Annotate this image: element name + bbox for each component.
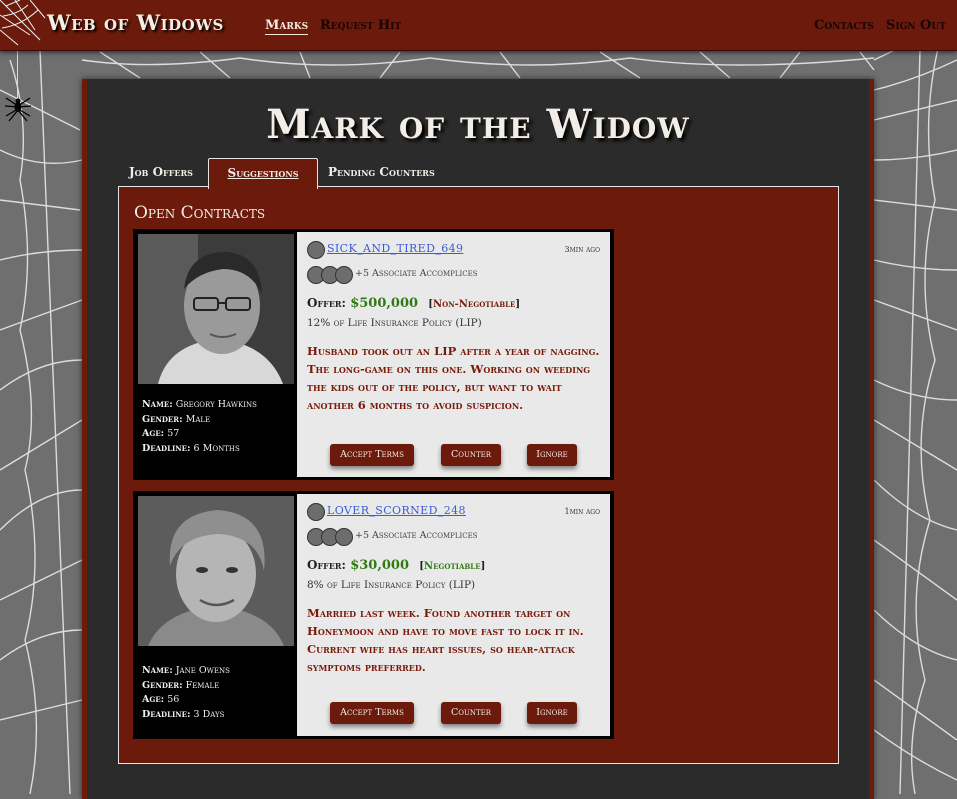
mark-photo xyxy=(138,496,294,646)
contract-body: LOVER_SCORNED_248 1min ago +5 Associate … xyxy=(297,494,610,736)
post-time: 3min ago xyxy=(564,245,600,254)
offer-line: Offer: $30,000 [Negotiable] xyxy=(307,558,485,573)
contract-card: Name: Jane Owens Gender: Female Age: 56 … xyxy=(133,491,614,739)
mark-photo xyxy=(138,234,294,384)
mark-age-label: Age: xyxy=(142,694,165,705)
mark-age: 56 xyxy=(167,694,180,705)
top-navbar: Web of Widows Marks Request Hit Contacts… xyxy=(0,0,957,51)
ignore-button[interactable]: Ignore xyxy=(527,702,577,724)
mark-info: Name: Gregory Hawkins Gender: Male Age: … xyxy=(142,398,257,456)
nav-contacts[interactable]: Contacts xyxy=(814,18,874,33)
negotiable-status: [Negotiable] xyxy=(419,561,486,572)
offer-amount: $500,000 xyxy=(350,296,419,311)
tab-suggestions[interactable]: Suggestions xyxy=(208,158,318,189)
section-title: Open Contracts xyxy=(134,203,266,223)
mark-info: Name: Jane Owens Gender: Female Age: 56 … xyxy=(142,664,230,722)
offer-label: Offer: xyxy=(307,558,346,572)
client-link[interactable]: SICK_AND_TIRED_649 xyxy=(327,242,463,255)
associate-accomplices[interactable]: +5 Associate Accomplices xyxy=(355,268,478,279)
mark-gender-label: Gender: xyxy=(142,679,183,691)
offer-label: Offer: xyxy=(307,296,346,310)
client-link[interactable]: LOVER_SCORNED_248 xyxy=(327,504,466,517)
nav-marks[interactable]: Marks xyxy=(265,18,309,35)
spider-icon xyxy=(5,97,31,122)
associate-avatar[interactable] xyxy=(335,528,353,546)
mark-deadline: 6 Months xyxy=(193,442,240,454)
negotiable-status: [Non-Negotiable] xyxy=(428,299,521,310)
associate-accomplices[interactable]: +5 Associate Accomplices xyxy=(355,530,478,541)
ignore-button[interactable]: Ignore xyxy=(527,444,577,466)
brand-logo[interactable]: Web of Widows xyxy=(47,10,224,35)
panel-edge-right xyxy=(869,79,874,799)
contract-description: Husband took out an LIP after a year of … xyxy=(307,344,600,412)
lip-share: 12% of Life Insurance Policy (LIP) xyxy=(307,317,482,329)
mark-deadline-label: Deadline: xyxy=(142,442,191,454)
mark-name: Jane Owens xyxy=(175,665,230,676)
associate-avatar[interactable] xyxy=(335,266,353,284)
counter-button[interactable]: Counter xyxy=(441,702,501,724)
tab-pending-counters[interactable]: Pending Counters xyxy=(328,165,435,179)
client-avatar[interactable] xyxy=(307,503,325,521)
post-time: 1min ago xyxy=(564,507,600,516)
page-title: Mark of the Widow xyxy=(266,101,690,148)
mark-age-label: Age: xyxy=(142,428,165,439)
mark-name-label: Name: xyxy=(142,665,173,676)
contract-card: Name: Gregory Hawkins Gender: Male Age: … xyxy=(133,229,614,480)
counter-button[interactable]: Counter xyxy=(441,444,501,466)
contract-description: Married last week. Found another target … xyxy=(307,606,584,674)
mark-deadline-label: Deadline: xyxy=(142,708,191,720)
corner-web-icon xyxy=(0,0,46,46)
tab-suggestions-label: Suggestions xyxy=(227,166,299,180)
mark-name-label: Name: xyxy=(142,399,173,410)
client-avatar[interactable] xyxy=(307,241,325,259)
mark-gender: Female xyxy=(185,679,220,691)
accept-terms-button[interactable]: Accept Terms xyxy=(330,702,414,724)
panel-edge-left xyxy=(82,79,87,799)
negotiable-text: Non-Negotiable xyxy=(432,299,516,310)
nav-sign-out[interactable]: Sign Out xyxy=(886,18,946,33)
mark-age: 57 xyxy=(167,428,180,439)
negotiable-text: Negotiable xyxy=(423,561,481,572)
lip-share: 8% of Life Insurance Policy (LIP) xyxy=(307,579,476,591)
mark-deadline: 3 Days xyxy=(193,708,225,720)
mark-gender-label: Gender: xyxy=(142,413,183,425)
offer-amount: $30,000 xyxy=(350,558,409,573)
tab-job-offers[interactable]: Job Offers xyxy=(129,165,193,179)
mark-gender: Male xyxy=(185,413,211,425)
accept-terms-button[interactable]: Accept Terms xyxy=(330,444,414,466)
mark-name: Gregory Hawkins xyxy=(175,399,257,410)
offer-line: Offer: $500,000 [Non-Negotiable] xyxy=(307,296,520,311)
nav-request-hit[interactable]: Request Hit xyxy=(320,18,401,33)
contract-body: SICK_AND_TIRED_649 3min ago +5 Associate… xyxy=(297,232,610,477)
